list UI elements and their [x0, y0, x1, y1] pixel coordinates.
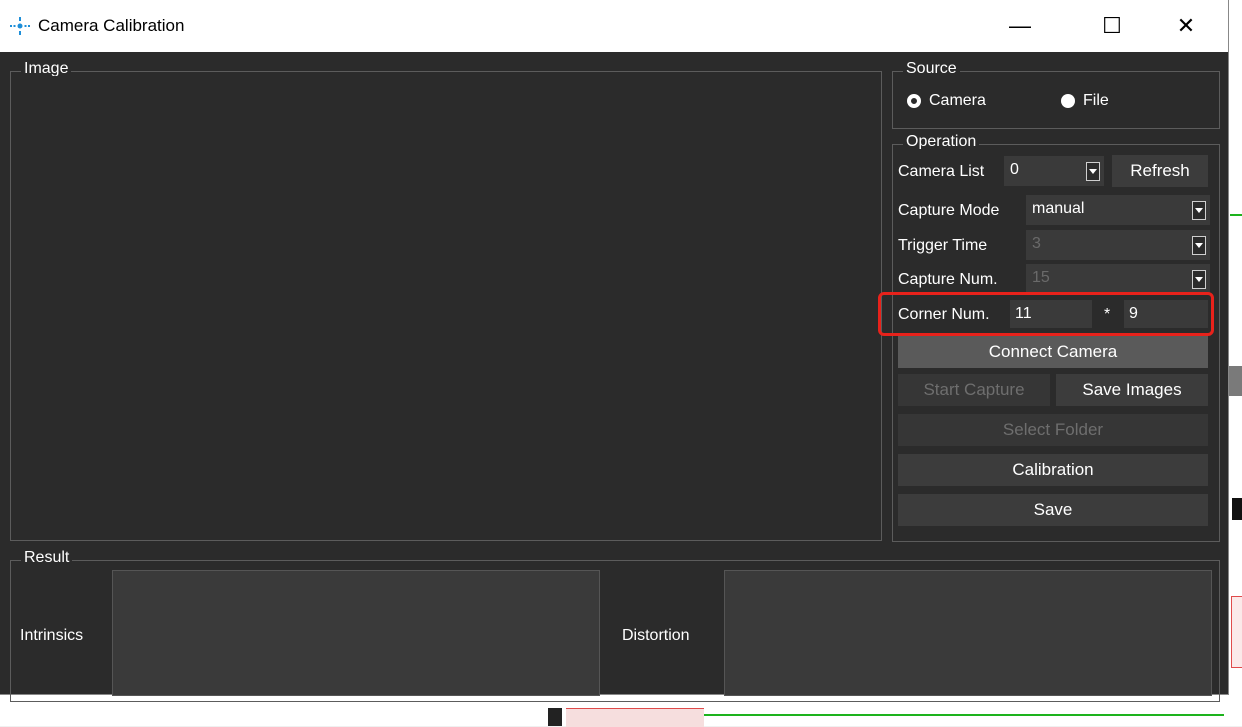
- background-fragment: [1231, 596, 1242, 668]
- capture-mode-value: manual: [1032, 200, 1085, 217]
- background-fragment: [1230, 214, 1242, 216]
- dropdown-arrow-icon[interactable]: [1192, 270, 1206, 289]
- camera-list-value: 0: [1010, 161, 1019, 178]
- close-button[interactable]: ✕: [1152, 0, 1220, 52]
- app-crosshair-icon: [10, 17, 30, 35]
- trigger-time-label: Trigger Time: [898, 237, 988, 254]
- dropdown-arrow-icon[interactable]: [1192, 201, 1206, 220]
- refresh-button[interactable]: Refresh: [1112, 155, 1208, 187]
- background-fragment: [566, 708, 704, 727]
- source-radio-camera[interactable]: Camera: [907, 92, 986, 110]
- connect-camera-button[interactable]: Connect Camera: [898, 336, 1208, 368]
- capture-mode-combo[interactable]: manual: [1026, 195, 1210, 225]
- camera-calibration-window: Camera Calibration — ☐ ✕ Image Source Ca…: [0, 0, 1228, 702]
- calibration-button[interactable]: Calibration: [898, 454, 1208, 486]
- dropdown-arrow-icon[interactable]: [1192, 236, 1206, 255]
- intrinsics-label: Intrinsics: [20, 627, 84, 644]
- background-fragment: [1232, 498, 1242, 520]
- capture-num-combo[interactable]: 15: [1026, 264, 1210, 294]
- intrinsics-textbox[interactable]: [112, 570, 600, 696]
- minimize-icon: —: [1009, 13, 1031, 38]
- source-radio-camera-label: Camera: [929, 92, 986, 109]
- minimize-button[interactable]: —: [986, 0, 1054, 52]
- background-fragment: [704, 714, 1224, 716]
- title-bar[interactable]: Camera Calibration — ☐ ✕: [0, 0, 1228, 52]
- image-group: Image: [10, 60, 882, 541]
- save-button[interactable]: Save: [898, 494, 1208, 526]
- dropdown-arrow-icon[interactable]: [1086, 162, 1100, 181]
- client-area: Image Source Camera File Operation Camer…: [0, 52, 1228, 702]
- select-folder-button[interactable]: Select Folder: [898, 414, 1208, 446]
- maximize-button[interactable]: ☐: [1078, 0, 1146, 52]
- window-title: Camera Calibration: [38, 16, 185, 35]
- corner-num-highlight-box: [878, 292, 1214, 336]
- distortion-label: Distortion: [622, 627, 690, 644]
- start-capture-button[interactable]: Start Capture: [898, 374, 1050, 406]
- background-fragment: [1229, 366, 1242, 396]
- distortion-textbox[interactable]: [724, 570, 1212, 696]
- capture-num-value: 15: [1032, 269, 1050, 286]
- trigger-time-combo[interactable]: 3: [1026, 230, 1210, 260]
- close-icon: ✕: [1176, 13, 1196, 38]
- maximize-icon: ☐: [1102, 13, 1122, 38]
- source-radio-file-label: File: [1083, 92, 1109, 109]
- source-group-title: Source: [903, 60, 960, 76]
- radio-selected-icon: [907, 94, 921, 108]
- camera-list-label: Camera List: [898, 163, 985, 180]
- radio-unselected-icon: [1061, 94, 1075, 108]
- background-fragment: [548, 708, 562, 726]
- capture-num-label: Capture Num.: [898, 271, 998, 288]
- trigger-time-value: 3: [1032, 235, 1041, 252]
- camera-list-combo[interactable]: 0: [1004, 156, 1104, 186]
- capture-mode-label: Capture Mode: [898, 202, 1000, 219]
- source-radio-file[interactable]: File: [1061, 92, 1109, 110]
- result-group-title: Result: [21, 549, 73, 565]
- operation-group-title: Operation: [903, 133, 980, 149]
- image-group-title: Image: [21, 60, 72, 76]
- source-group: Source Camera File: [892, 60, 1220, 129]
- save-images-button[interactable]: Save Images: [1056, 374, 1208, 406]
